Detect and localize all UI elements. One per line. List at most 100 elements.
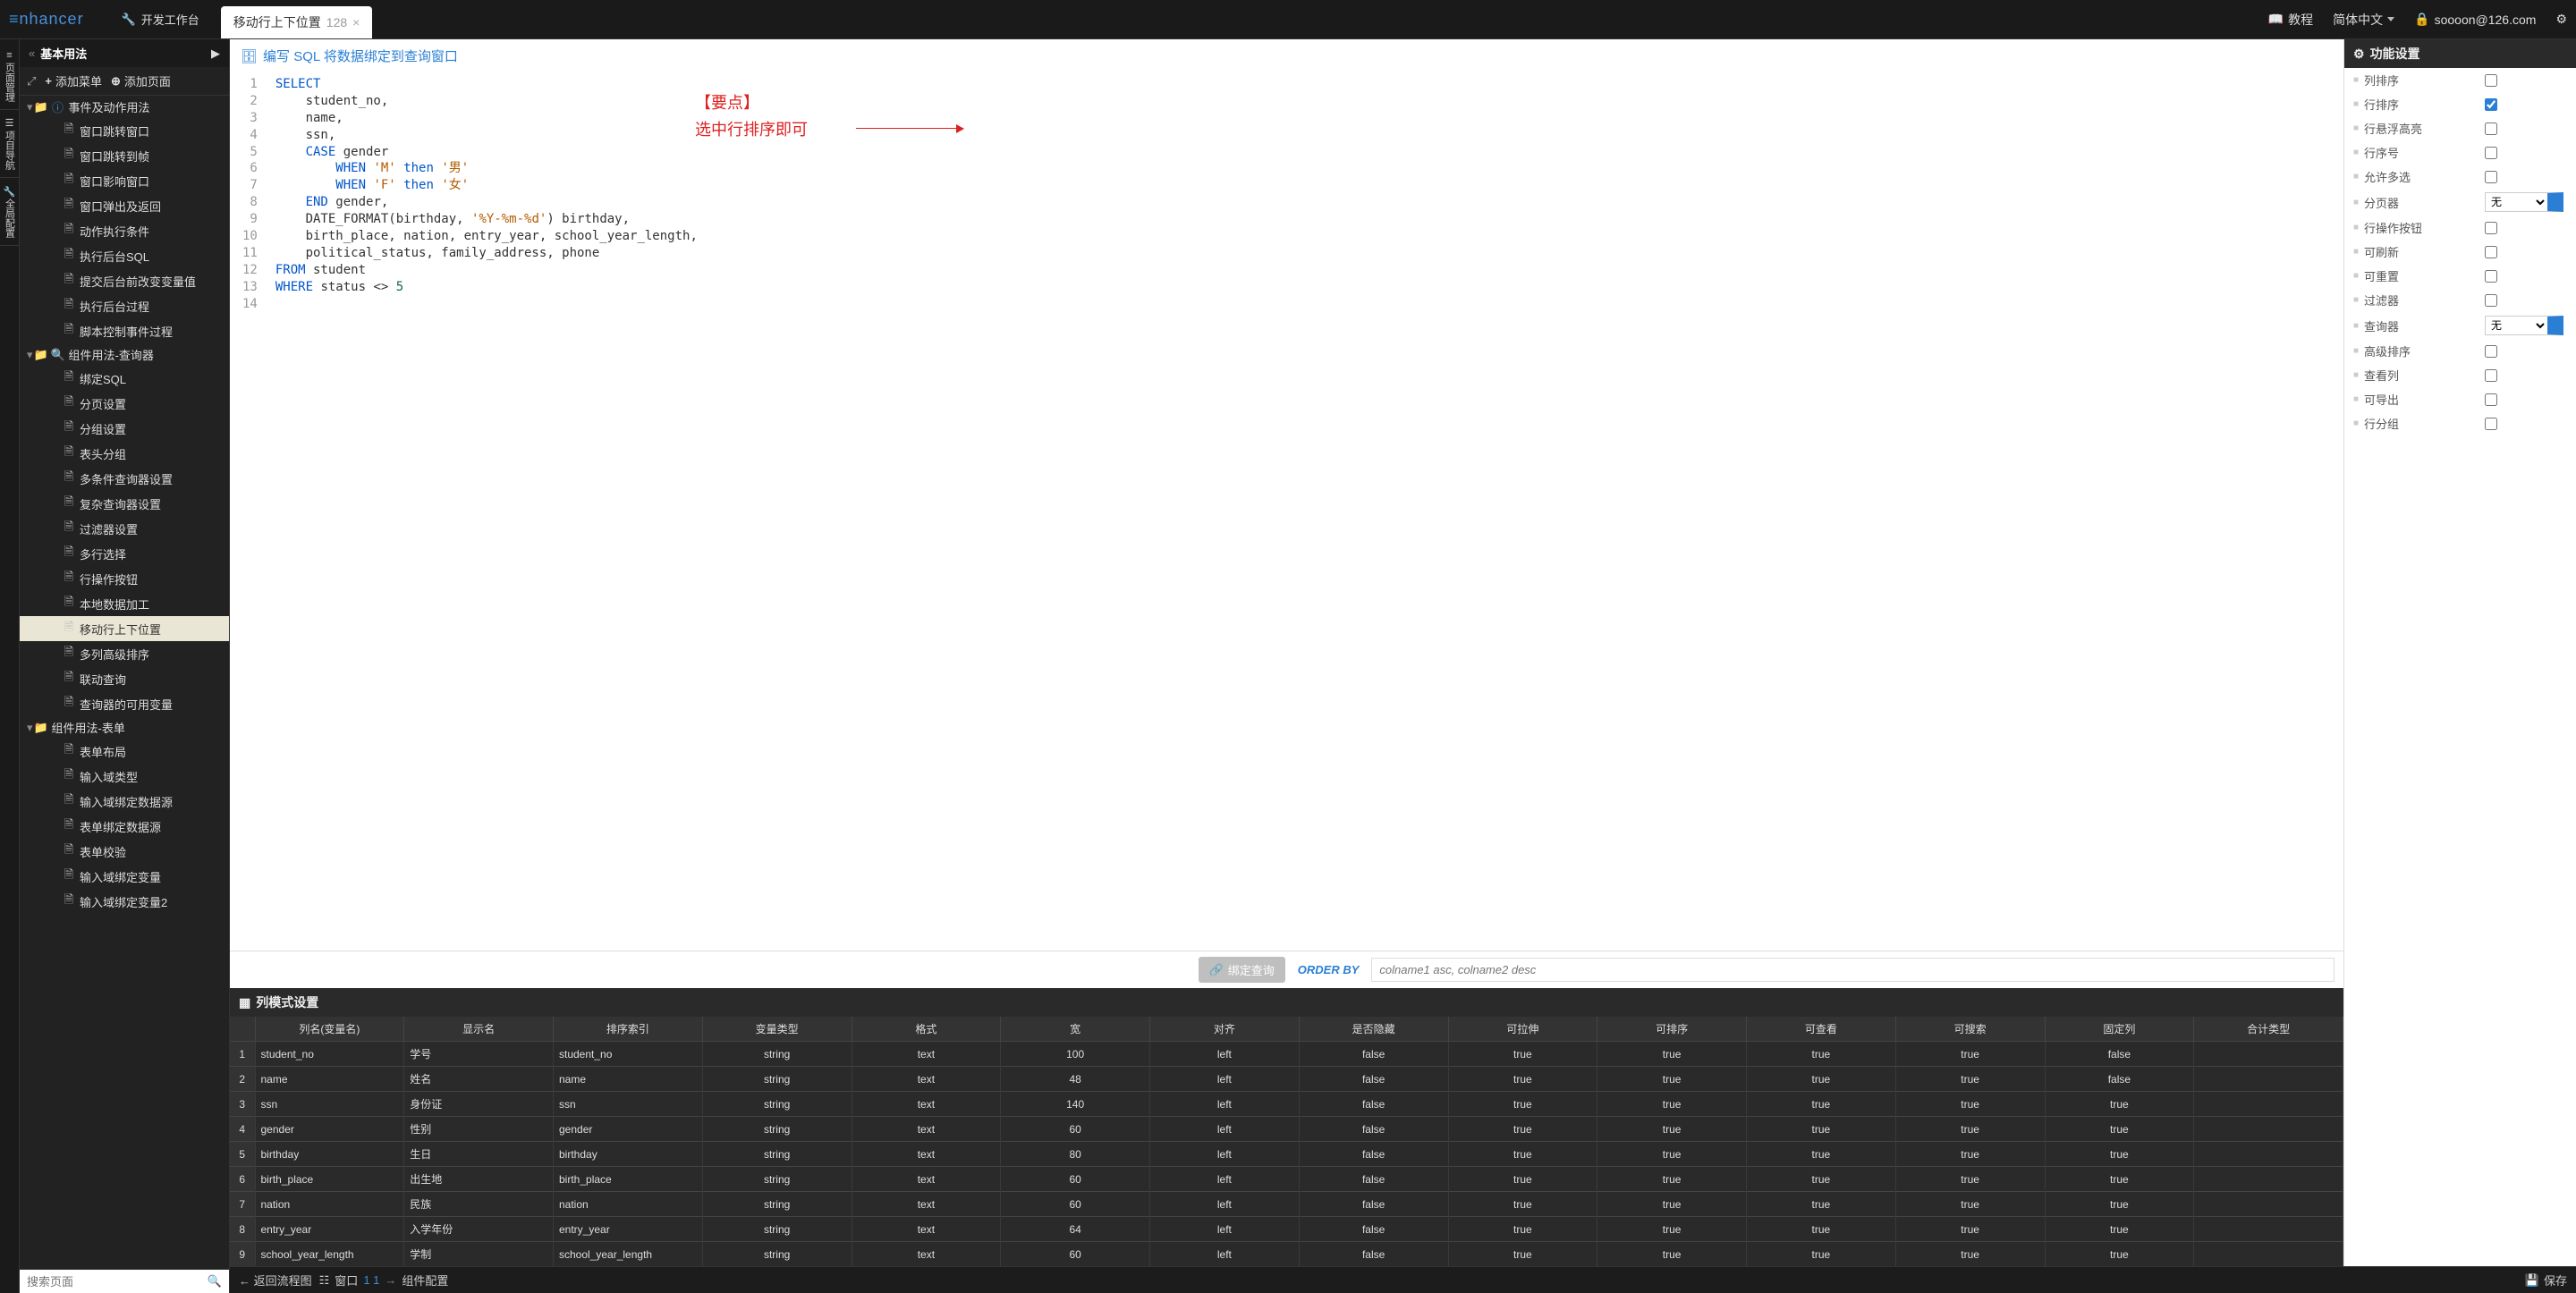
sidebar-folder[interactable]: ▾📁组件用法-表单 bbox=[20, 716, 229, 739]
table-row[interactable]: 1student_no学号student_nostringtext100left… bbox=[230, 1042, 2343, 1067]
file-icon: 🗎 bbox=[63, 766, 75, 786]
user-menu[interactable]: 🔒soooon@126.com bbox=[2414, 12, 2536, 27]
chevron-left-icon[interactable]: « bbox=[29, 46, 35, 60]
prop-checkbox[interactable] bbox=[2485, 123, 2497, 135]
sidebar-item[interactable]: 🗎移动行上下位置 bbox=[20, 616, 229, 641]
prop-row: ■可导出 bbox=[2344, 387, 2576, 411]
tab-strip: 移动行上下位置 128 × bbox=[221, 0, 2268, 38]
prop-select[interactable]: 无 bbox=[2485, 316, 2563, 335]
search-icon[interactable]: 🔍 bbox=[208, 1274, 222, 1289]
prop-row: ■过滤器 bbox=[2344, 288, 2576, 312]
sidebar-item[interactable]: 🗎窗口影响窗口 bbox=[20, 168, 229, 193]
sidebar-item[interactable]: 🗎多列高级排序 bbox=[20, 641, 229, 666]
prop-checkbox[interactable] bbox=[2485, 74, 2497, 87]
sidebar-item[interactable]: 🗎脚本控制事件过程 bbox=[20, 318, 229, 343]
search-input[interactable] bbox=[27, 1275, 208, 1289]
sidebar-item[interactable]: 🗎分页设置 bbox=[20, 391, 229, 416]
sidebar-item[interactable]: 🗎查询器的可用变量 bbox=[20, 691, 229, 716]
prop-checkbox[interactable] bbox=[2485, 393, 2497, 406]
add-menu-button[interactable]: +添加菜单 bbox=[45, 72, 102, 89]
prop-select[interactable]: 无 bbox=[2485, 192, 2563, 212]
sidebar-item[interactable]: 🗎绑定SQL bbox=[20, 366, 229, 391]
tab-close-icon[interactable]: × bbox=[352, 15, 360, 30]
prop-checkbox[interactable] bbox=[2485, 270, 2497, 283]
prop-checkbox[interactable] bbox=[2485, 294, 2497, 307]
prop-row: ■查询器无 bbox=[2344, 312, 2576, 339]
prop-checkbox[interactable] bbox=[2485, 369, 2497, 382]
dev-workbench-link[interactable]: 🔧 开发工作台 bbox=[109, 11, 212, 28]
sidebar-item[interactable]: 🗎窗口跳转窗口 bbox=[20, 118, 229, 143]
save-button[interactable]: 💾保存 bbox=[2525, 1272, 2567, 1289]
tutorial-link[interactable]: 📖教程 bbox=[2268, 11, 2313, 29]
table-row[interactable]: 6birth_place出生地birth_placestringtext60le… bbox=[230, 1167, 2343, 1192]
prop-row: ■行分组 bbox=[2344, 411, 2576, 435]
add-page-button[interactable]: ⊕添加页面 bbox=[111, 72, 171, 89]
sidebar-item[interactable]: 🗎表头分组 bbox=[20, 441, 229, 466]
table-row[interactable]: 5birthday生日birthdaystringtext80leftfalse… bbox=[230, 1142, 2343, 1167]
table-row[interactable]: 2name姓名namestringtext48leftfalsetruetrue… bbox=[230, 1067, 2343, 1092]
file-icon: 🗎 bbox=[63, 791, 75, 811]
prop-checkbox[interactable] bbox=[2485, 345, 2497, 358]
sidebar-item[interactable]: 🗎动作执行条件 bbox=[20, 218, 229, 243]
file-icon: 🗎 bbox=[63, 368, 75, 388]
sidebar-item[interactable]: 🗎窗口跳转到帧 bbox=[20, 143, 229, 168]
prop-row: ■行序号 bbox=[2344, 140, 2576, 165]
prop-checkbox[interactable] bbox=[2485, 98, 2497, 111]
book-icon: 📖 bbox=[2268, 12, 2284, 27]
back-button[interactable]: ← 返回流程图 bbox=[239, 1272, 312, 1289]
prop-row: ■行排序 bbox=[2344, 92, 2576, 116]
table-row[interactable]: 7nation民族nationstringtext60leftfalsetrue… bbox=[230, 1192, 2343, 1217]
sidebar-item[interactable]: 🗎输入域绑定变量2 bbox=[20, 889, 229, 914]
language-select[interactable]: 简体中文 bbox=[2333, 11, 2394, 29]
sidebar-item[interactable]: 🗎输入域绑定变量 bbox=[20, 864, 229, 889]
editor-title: 🗄 编写 SQL 将数据绑定到查询窗口 bbox=[230, 39, 2343, 72]
prop-checkbox[interactable] bbox=[2485, 222, 2497, 234]
sidebar-item[interactable]: 🗎表单绑定数据源 bbox=[20, 814, 229, 839]
topbar: ≡nhancer 🔧 开发工作台 移动行上下位置 128 × 📖教程 简体中文 … bbox=[0, 0, 2576, 39]
sidebar-item[interactable]: 🗎提交后台前改变变量值 bbox=[20, 268, 229, 293]
prop-checkbox[interactable] bbox=[2485, 147, 2497, 159]
sidebar-item[interactable]: 🗎多行选择 bbox=[20, 541, 229, 566]
prop-checkbox[interactable] bbox=[2485, 246, 2497, 258]
bind-query-button[interactable]: 🔗绑定查询 bbox=[1199, 957, 1285, 983]
table-row[interactable]: 8entry_year入学年份entry_yearstringtext64lef… bbox=[230, 1217, 2343, 1242]
folder-icon: 📁 bbox=[35, 100, 47, 114]
file-icon: 🗎 bbox=[63, 121, 75, 140]
sidebar-item[interactable]: 🗎多条件查询器设置 bbox=[20, 466, 229, 491]
sidebar-item[interactable]: 🗎输入域类型 bbox=[20, 764, 229, 789]
rail-item-config[interactable]: 🔧全局配置 bbox=[0, 178, 19, 246]
expand-icon[interactable]: ⤢ bbox=[27, 74, 36, 89]
sidebar-item[interactable]: 🗎本地数据加工 bbox=[20, 591, 229, 616]
sidebar-item[interactable]: 🗎过滤器设置 bbox=[20, 516, 229, 541]
sidebar-folder[interactable]: ▾📁🔍组件用法-查询器 bbox=[20, 343, 229, 366]
sidebar-item[interactable]: 🗎行操作按钮 bbox=[20, 566, 229, 591]
rail-item-pages[interactable]: ≡页面管理 bbox=[0, 39, 19, 110]
sidebar-item[interactable]: 🗎执行后台SQL bbox=[20, 243, 229, 268]
file-icon: 🗎 bbox=[63, 519, 75, 538]
sidebar-folder[interactable]: ▾📁ⓘ事件及动作用法 bbox=[20, 96, 229, 118]
settings-button[interactable]: ⚙ bbox=[2555, 12, 2567, 27]
prop-row: ■列排序 bbox=[2344, 68, 2576, 92]
prop-checkbox[interactable] bbox=[2485, 171, 2497, 183]
file-icon: 🗎 bbox=[63, 393, 75, 413]
sidebar-item[interactable]: 🗎窗口弹出及返回 bbox=[20, 193, 229, 218]
sidebar-tree: ▾📁ⓘ事件及动作用法🗎窗口跳转窗口🗎窗口跳转到帧🗎窗口影响窗口🗎窗口弹出及返回🗎… bbox=[20, 96, 229, 1269]
table-row[interactable]: 3ssn身份证ssnstringtext140leftfalsetruetrue… bbox=[230, 1092, 2343, 1117]
sidebar-item[interactable]: 🗎输入域绑定数据源 bbox=[20, 789, 229, 814]
column-grid[interactable]: 列名(变量名)显示名排序索引变量类型格式宽对齐是否隐藏可拉伸可排序可查看可搜索固… bbox=[230, 1017, 2343, 1266]
table-row[interactable]: 4gender性别genderstringtext60leftfalsetrue… bbox=[230, 1117, 2343, 1142]
rail-item-nav[interactable]: ☰项目导航 bbox=[0, 110, 19, 178]
play-icon[interactable]: ▶ bbox=[211, 46, 220, 61]
sidebar-item[interactable]: 🗎复杂查询器设置 bbox=[20, 491, 229, 516]
sidebar-item[interactable]: 🗎联动查询 bbox=[20, 666, 229, 691]
sidebar-item[interactable]: 🗎分组设置 bbox=[20, 416, 229, 441]
table-row[interactable]: 9school_year_length学制school_year_lengths… bbox=[230, 1242, 2343, 1267]
prop-checkbox[interactable] bbox=[2485, 418, 2497, 430]
orderby-input[interactable] bbox=[1371, 958, 2334, 982]
sidebar-item[interactable]: 🗎表单校验 bbox=[20, 839, 229, 864]
sidebar-item[interactable]: 🗎表单布局 bbox=[20, 739, 229, 764]
sidebar-item[interactable]: 🗎执行后台过程 bbox=[20, 293, 229, 318]
sql-editor[interactable]: 1234567891011121314 SELECT student_no, n… bbox=[230, 72, 2343, 951]
file-icon: 🗎 bbox=[63, 741, 75, 761]
tab-active[interactable]: 移动行上下位置 128 × bbox=[221, 6, 373, 38]
